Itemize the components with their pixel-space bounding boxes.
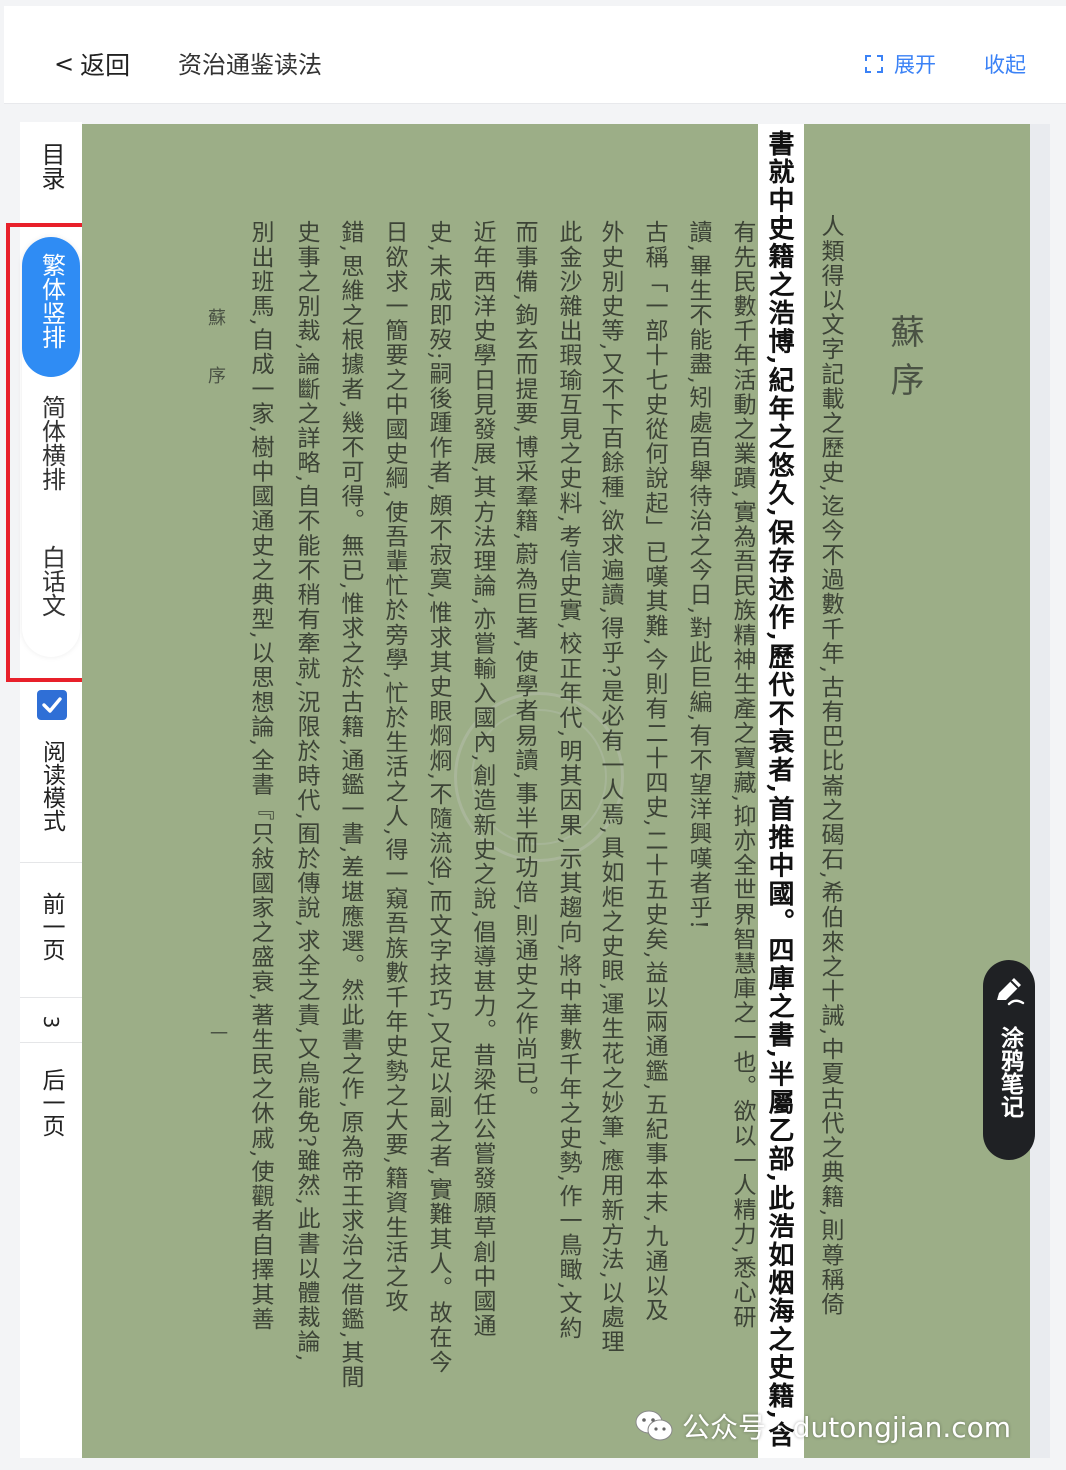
- pen-icon: [997, 978, 1025, 1006]
- section-title: 蘇序: [884, 314, 924, 410]
- text-column: 讀,畢生不能盡,矧處百舉待治之今日,對此巨編,有不望洋興嘆者乎!: [685, 220, 711, 931]
- watermark: 公众号 · dutongjian.com: [634, 1406, 1011, 1446]
- read-mode-text: 阅读模式: [38, 740, 65, 832]
- book-page: 蘇序 人類得以文字記載之歷史,迄今不過數千年,古有巴比崙之碣石,希伯來之十誡,中…: [82, 124, 1030, 1458]
- watermark-text: 公众号 · dutongjian.com: [682, 1411, 1012, 1444]
- page-number: 3: [39, 1015, 63, 1029]
- prev-page-button[interactable]: 前一页: [20, 892, 82, 968]
- text-column: 別出班馬,自成一家,樹中國通史之典型,以思想論,全書『只敍國家之盛衰,著生民之休…: [247, 220, 273, 1332]
- doodle-notes-label: 涂鸦笔记: [983, 1026, 1035, 1126]
- expand-icon: [865, 55, 883, 73]
- wechat-icon: [635, 1410, 673, 1441]
- next-page-button[interactable]: 后一页: [20, 1068, 82, 1144]
- text-column: 外史別史等,又不下百餘種,欲求遍讀,得乎?是必有一人焉,具如炬之史眼,運生花之妙…: [597, 220, 623, 1355]
- page-marker: 一: [207, 1024, 228, 1042]
- back-button[interactable]: < 返回: [54, 46, 130, 82]
- divider: [20, 862, 82, 863]
- text-column: 而事備,鉤玄而提要,博采羣籍,蔚為巨著,使學者易讀,事半而功倍,則通史之作尚已。: [511, 220, 537, 1110]
- divider: [20, 1042, 82, 1043]
- top-bar: < 返回 资治通鉴读法 展开 收起: [4, 6, 1066, 104]
- read-mode-checkbox[interactable]: [37, 690, 67, 720]
- text-column-highlighted: 書就中史籍之浩博,紀年之悠久,保存述作,歷代不衰者,首推中國。四庫之書,半屬乙部…: [764, 130, 794, 1450]
- page-title: 资治通鉴读法: [178, 51, 322, 79]
- expand-label: 展开: [894, 53, 936, 77]
- text-column: 日欲求一簡要之中國史綱,使吾輩忙於旁學,忙於生活之人,得一窺吾族數千年史勢之大要…: [381, 220, 407, 1314]
- read-mode-label: 阅读模式: [20, 740, 82, 839]
- collapse-button[interactable]: 收起: [984, 49, 1026, 79]
- toc-label: 目录: [37, 142, 65, 190]
- text-column: 此金沙雜出瑕瑜互見之史料,考信史實,校正年代,明其因果,示其趨向,將中華數千年之…: [555, 220, 581, 1341]
- toc-button[interactable]: 目录: [20, 142, 82, 196]
- doodle-notes-text: 涂鸦笔记: [996, 1026, 1023, 1118]
- text-column: 有先民數千年活動之業蹟,實為吾民族精神生產之寶藏,抑亦全世界智慧庫之一也。欲以一…: [729, 220, 755, 1330]
- page-edge: [1030, 124, 1050, 1458]
- back-label: 返回: [80, 51, 131, 80]
- checkmark-icon: [42, 697, 62, 713]
- expand-button[interactable]: 展开: [864, 49, 936, 79]
- next-page-label: 后一页: [38, 1068, 64, 1137]
- text-column: 人類得以文字記載之歷史,迄今不過數千年,古有巴比崙之碣石,希伯來之十誡,中夏古代…: [817, 214, 843, 1317]
- text-column: 史事之別裁,論斷之詳略,自不能不稍有牽就,況限於時代,囿於傳說,求全之責,又烏能…: [293, 220, 319, 1364]
- page-footer-title: 蘇序: [205, 308, 226, 424]
- prev-page-label: 前一页: [38, 892, 64, 961]
- text-column: 史,未成即歿;嗣後踵作者,頗不寂寞,惟求其史眼烱烱,不隨流俗,而文字技巧,又足以…: [425, 220, 451, 1375]
- chevron-left-icon: <: [54, 50, 75, 78]
- text-column: 錯,思維之根據者,幾不可得。無已,惟求之於古籍,通鑑一書,差堪應選。然此書之作,…: [337, 220, 363, 1390]
- text-column: 古稱「一部十七史從何說起」已嘆其難,今則有二十四史,二十五史矣,益以兩通鑑,五紀…: [641, 220, 667, 1323]
- text-column: 近年西洋史學日見發展,其方法理論,亦嘗輸入國內,創造新史之說,倡導甚力。昔梁任公…: [469, 220, 495, 1339]
- doodle-notes-button[interactable]: 涂鸦笔记: [983, 960, 1035, 1160]
